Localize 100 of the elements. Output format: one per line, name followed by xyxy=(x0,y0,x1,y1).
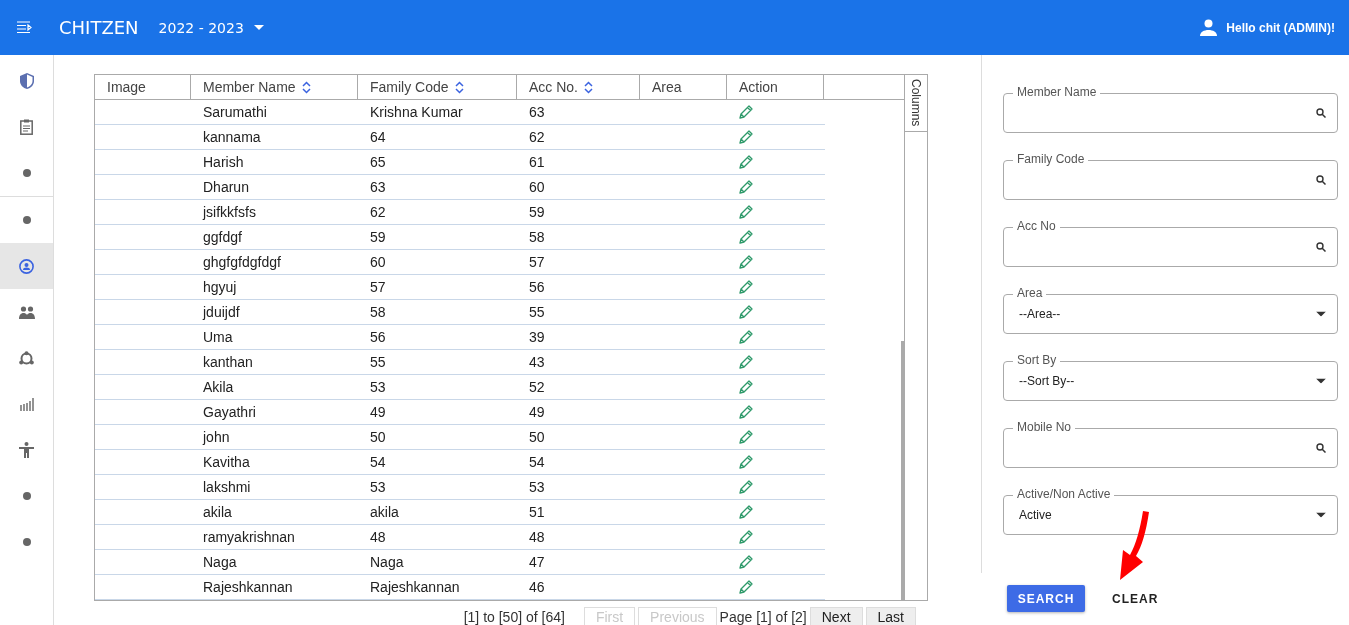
year-dropdown[interactable]: 2022 - 2023 xyxy=(158,19,264,36)
pencil-edit-icon[interactable] xyxy=(739,530,753,544)
clear-button[interactable]: CLEAR xyxy=(1112,591,1159,606)
table-cell: ggfdgf xyxy=(203,229,242,245)
table-cell: 61 xyxy=(529,154,545,170)
table-cell: john xyxy=(203,429,230,445)
pencil-edit-icon[interactable] xyxy=(739,105,753,119)
table-cell: 58 xyxy=(370,304,386,320)
table-cell: kannama xyxy=(203,129,261,145)
field-value: Active xyxy=(1019,508,1052,522)
column-label: Family Code xyxy=(370,79,449,95)
table-cell: 52 xyxy=(529,379,545,395)
field-label: Mobile No xyxy=(1013,420,1076,434)
cycle-icon xyxy=(19,351,34,365)
table-cell: Dharun xyxy=(203,179,249,195)
column-label: Member Name xyxy=(203,79,296,95)
dropdown-caret-icon xyxy=(1316,311,1326,317)
column-label: Action xyxy=(739,79,778,95)
pencil-edit-icon[interactable] xyxy=(739,205,753,219)
pencil-edit-icon[interactable] xyxy=(739,130,753,144)
table-cell: Rajeshkannan xyxy=(203,579,293,595)
pagination-button[interactable]: Last xyxy=(865,607,916,625)
pencil-edit-icon[interactable] xyxy=(739,380,753,394)
pencil-edit-icon[interactable] xyxy=(739,505,753,519)
table-cell: 56 xyxy=(529,279,545,295)
dropdown-caret-icon xyxy=(1316,378,1326,384)
table-cell: ghgfgfdgfdgf xyxy=(203,254,281,270)
search-icon xyxy=(1316,242,1326,252)
sidebar-item[interactable] xyxy=(0,243,53,289)
pencil-edit-icon[interactable] xyxy=(739,255,753,269)
pencil-edit-icon[interactable] xyxy=(739,430,753,444)
field-label: Acc No xyxy=(1013,219,1060,233)
dot-icon xyxy=(22,492,31,500)
caret-icon xyxy=(253,24,264,31)
table-cell: jduijdf xyxy=(203,304,240,320)
table-cell: 57 xyxy=(529,254,545,270)
pencil-edit-icon[interactable] xyxy=(739,230,753,244)
table-cell: 60 xyxy=(370,254,386,270)
record-range: [1] to [50] of [64] xyxy=(463,608,565,625)
pencil-edit-icon[interactable] xyxy=(739,405,753,419)
dropdown-caret-icon xyxy=(1316,512,1326,518)
table-cell: 43 xyxy=(529,354,545,370)
pencil-edit-icon[interactable] xyxy=(739,555,753,569)
table-cell: jsifkkfsfs xyxy=(203,204,256,220)
pencil-edit-icon[interactable] xyxy=(739,355,753,369)
menu-icon[interactable] xyxy=(17,21,32,34)
pencil-edit-icon[interactable] xyxy=(739,455,753,469)
sort-icon[interactable] xyxy=(454,80,464,94)
table-cell: Gayathri xyxy=(203,404,256,420)
field-label: Family Code xyxy=(1013,152,1089,166)
table-cell: 55 xyxy=(370,354,386,370)
table-cell: Sarumathi xyxy=(203,104,267,120)
pagination-button[interactable]: Next xyxy=(809,607,863,625)
table-cell: akila xyxy=(203,504,232,520)
search-button[interactable]: SEARCH xyxy=(1007,585,1085,612)
table-cell: Naga xyxy=(203,554,237,570)
table-cell: 63 xyxy=(529,104,545,120)
clipboard-icon xyxy=(20,119,33,135)
column-header[interactable]: Member Name xyxy=(191,75,358,99)
user-icon[interactable] xyxy=(1200,19,1218,36)
table-cell: 62 xyxy=(370,204,386,220)
table-cell: 50 xyxy=(370,429,386,445)
table-cell: ramyakrishnan xyxy=(203,529,295,545)
table-cell: 59 xyxy=(529,204,545,220)
pencil-edit-icon[interactable] xyxy=(739,305,753,319)
table-cell: hgyuj xyxy=(203,279,237,295)
person-circle-icon xyxy=(19,258,34,274)
field-label: Active/Non Active xyxy=(1013,487,1115,501)
scrollbar[interactable] xyxy=(901,341,904,600)
table-cell: 56 xyxy=(370,329,386,345)
table-cell: 47 xyxy=(529,554,545,570)
column-label: Area xyxy=(652,79,682,95)
pencil-edit-icon[interactable] xyxy=(739,480,753,494)
table-cell: 46 xyxy=(529,579,545,595)
table-cell: kanthan xyxy=(203,354,253,370)
sort-icon[interactable] xyxy=(584,80,593,94)
pencil-edit-icon[interactable] xyxy=(739,330,753,344)
table-cell: 54 xyxy=(529,454,545,470)
column-label: Acc No. xyxy=(529,79,578,95)
column-header[interactable]: Acc No. xyxy=(517,75,640,99)
pencil-edit-icon[interactable] xyxy=(739,155,753,169)
field-value: --Sort By-- xyxy=(1019,374,1075,388)
table-cell: 48 xyxy=(370,529,386,545)
pencil-edit-icon[interactable] xyxy=(739,280,753,294)
table-cell: 49 xyxy=(529,404,545,420)
table-cell: 51 xyxy=(529,504,545,520)
table-cell: Naga xyxy=(370,554,404,570)
pencil-edit-icon[interactable] xyxy=(739,580,753,594)
table-cell: 53 xyxy=(370,379,386,395)
table-cell: Harish xyxy=(203,154,244,170)
table-cell: 53 xyxy=(370,479,386,495)
table-cell: Kavitha xyxy=(203,454,250,470)
column-header[interactable]: Family Code xyxy=(358,75,517,99)
search-icon xyxy=(1316,443,1326,453)
table-cell: 39 xyxy=(529,329,545,345)
dot-icon xyxy=(22,538,31,546)
table-cell: Rajeshkannan xyxy=(370,579,460,595)
pencil-edit-icon[interactable] xyxy=(739,180,753,194)
app-title: CHITZEN xyxy=(59,17,139,38)
sort-icon[interactable] xyxy=(301,80,311,94)
